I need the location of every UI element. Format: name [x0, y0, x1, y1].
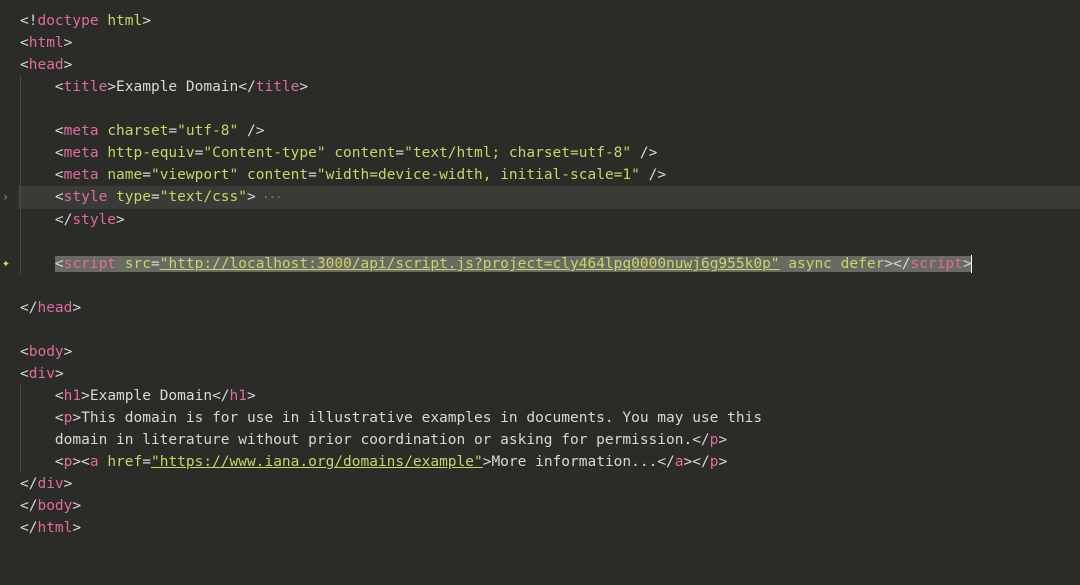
html-tag: h1: [64, 388, 81, 404]
html-tag: title: [64, 79, 108, 95]
sparkle-icon[interactable]: ✦: [2, 253, 10, 275]
folded-code-indicator[interactable]: ···: [256, 191, 283, 204]
doctype-keyword: doctype: [37, 13, 98, 29]
code-line[interactable]: <meta charset="utf-8" />: [18, 120, 1080, 142]
html-tag: html: [37, 520, 72, 536]
html-tag: body: [37, 498, 72, 514]
html-tag: head: [37, 300, 72, 316]
code-line[interactable]: <!doctype html>: [18, 10, 1080, 32]
html-tag: body: [29, 344, 64, 360]
code-line[interactable]: </html>: [18, 517, 1080, 539]
html-tag: meta: [64, 123, 99, 139]
code-line[interactable]: <meta name="viewport" content="width=dev…: [18, 164, 1080, 186]
text-cursor: [971, 255, 972, 273]
html-tag: script: [64, 256, 116, 272]
doctype-value: html: [107, 13, 142, 29]
fold-chevron-icon[interactable]: ›: [2, 186, 9, 208]
html-tag: div: [29, 366, 55, 382]
code-line[interactable]: <body>: [18, 341, 1080, 363]
code-line[interactable]: <p>This domain is for use in illustrativ…: [18, 407, 1080, 429]
code-line[interactable]: </div>: [18, 473, 1080, 495]
attr-name: charset: [107, 123, 168, 139]
code-line[interactable]: <head>: [18, 54, 1080, 76]
code-line[interactable]: </head>: [18, 297, 1080, 319]
html-tag: meta: [64, 145, 99, 161]
html-tag: style: [72, 212, 116, 228]
code-line[interactable]: domain in literature without prior coord…: [18, 429, 1080, 451]
href-url: "https://www.iana.org/domains/example": [151, 454, 483, 470]
code-line[interactable]: <p><a href="https://www.iana.org/domains…: [18, 451, 1080, 473]
attr-value: "utf-8": [177, 123, 238, 139]
code-line-blank[interactable]: [18, 231, 1080, 253]
html-tag: head: [29, 57, 64, 73]
code-line[interactable]: </body>: [18, 495, 1080, 517]
code-line[interactable]: <div>: [18, 363, 1080, 385]
code-line[interactable]: <h1>Example Domain</h1>: [18, 385, 1080, 407]
html-tag: style: [64, 189, 108, 205]
html-tag: meta: [64, 167, 99, 183]
punctuation: <!: [20, 13, 37, 29]
code-line[interactable]: <html>: [18, 32, 1080, 54]
code-line-blank[interactable]: [18, 98, 1080, 120]
code-line-blank[interactable]: [18, 319, 1080, 341]
code-line-selected[interactable]: ✦ <script src="http://localhost:3000/api…: [18, 253, 1080, 275]
code-line-blank[interactable]: [18, 275, 1080, 297]
code-editor[interactable]: <!doctype html> <html> <head> <title>Exa…: [0, 10, 1080, 539]
html-tag: html: [29, 35, 64, 51]
code-line[interactable]: <meta http-equiv="Content-type" content=…: [18, 142, 1080, 164]
code-line-current[interactable]: › <style type="text/css"> ···: [18, 186, 1080, 209]
html-tag: div: [37, 476, 63, 492]
script-src-url: "http://localhost:3000/api/script.js?pro…: [160, 256, 780, 272]
code-line[interactable]: <title>Example Domain</title>: [18, 76, 1080, 98]
title-text: Example Domain: [116, 79, 238, 95]
code-line[interactable]: </style>: [18, 209, 1080, 231]
